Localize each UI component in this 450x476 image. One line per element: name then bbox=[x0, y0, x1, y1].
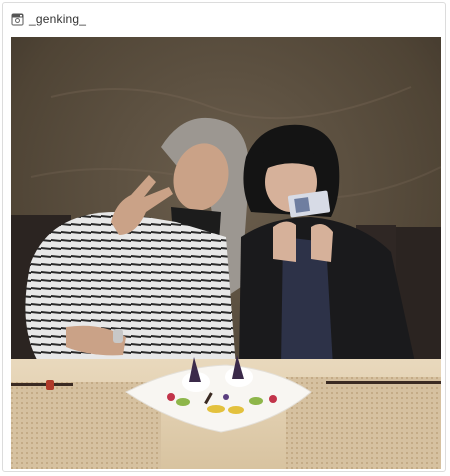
post-photo[interactable] bbox=[11, 37, 441, 469]
username-link[interactable]: _genking_ bbox=[29, 12, 86, 26]
chopsticks-right bbox=[326, 381, 441, 384]
instagram-icon[interactable] bbox=[11, 13, 24, 26]
chopsticks-left bbox=[11, 383, 73, 386]
instagram-embed-card: _genking_ bbox=[2, 2, 446, 472]
post-header: _genking_ bbox=[11, 9, 86, 29]
